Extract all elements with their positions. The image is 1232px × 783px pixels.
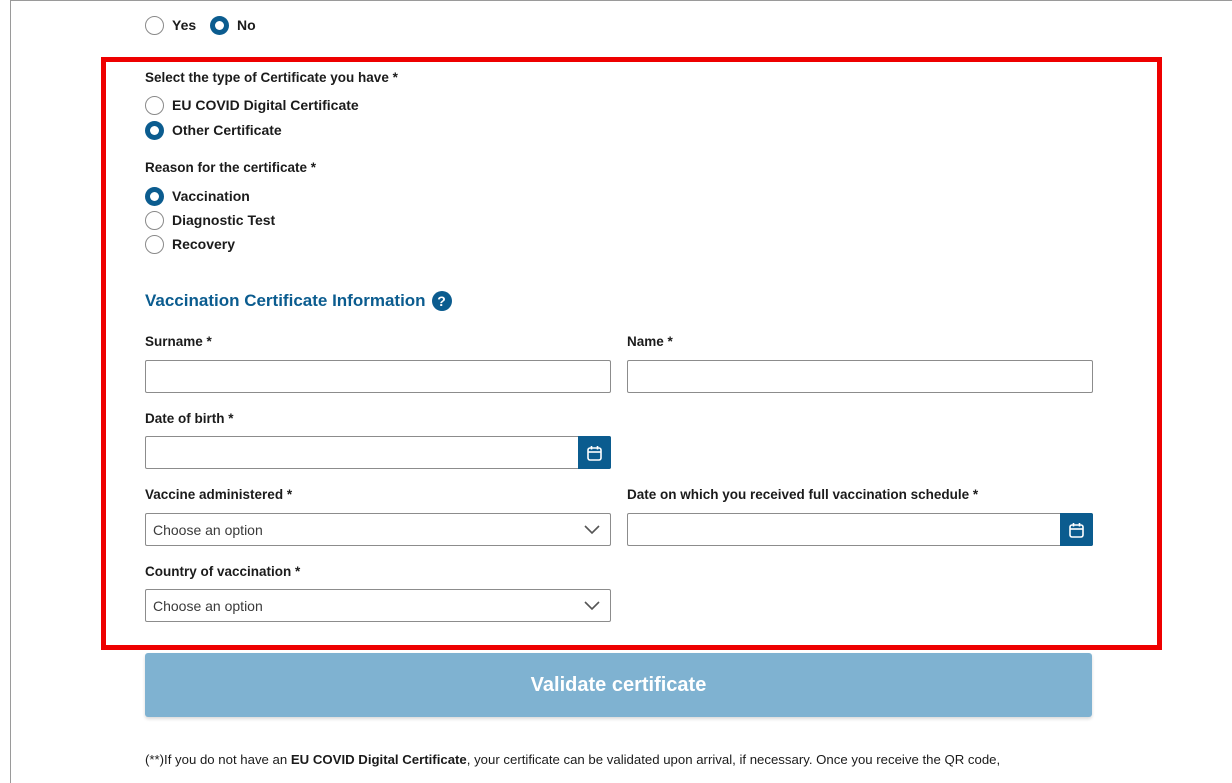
chevron-down-icon [584,525,600,535]
radio-yes[interactable]: Yes [145,15,196,35]
highlight-box [101,57,1162,650]
footnote-prefix: (**)If you do not have an [145,752,291,767]
dob-calendar-button[interactable] [578,436,611,469]
section-title-text: Vaccination Certificate Information [145,291,426,310]
radio-other-certificate-circle[interactable] [145,120,164,140]
full-schedule-calendar-button[interactable] [1060,513,1093,546]
radio-vaccination[interactable]: Vaccination [145,186,250,206]
radio-no-circle[interactable] [210,15,229,35]
footnote-suffix: , your certificate can be validated upon… [466,752,1001,767]
dob-input[interactable] [145,436,611,469]
footnote: (**)If you do not have an EU COVID Digit… [145,752,1000,767]
country-select[interactable]: Choose an option [145,589,611,622]
radio-no-label: No [237,17,256,33]
certificate-type-label: Select the type of Certificate you have … [145,70,398,85]
help-icon[interactable]: ? [431,291,452,311]
name-input[interactable] [627,360,1093,393]
name-label: Name * [627,334,673,349]
chevron-down-icon [584,601,600,611]
section-title: Vaccination Certificate Information ? [145,291,452,311]
vaccine-select[interactable]: Choose an option [145,513,611,546]
radio-recovery-label: Recovery [172,236,236,252]
country-label: Country of vaccination * [145,564,301,579]
radio-vaccination-label: Vaccination [172,188,250,204]
radio-yes-label: Yes [172,17,197,33]
vaccine-select-value: Choose an option [153,521,263,538]
radio-eu-certificate-circle[interactable] [145,95,164,115]
full-schedule-input[interactable] [627,513,1093,546]
radio-diagnostic-test-label: Diagnostic Test [172,212,276,228]
surname-label: Surname * [145,334,212,349]
radio-recovery[interactable]: Recovery [145,234,235,254]
radio-no[interactable]: No [210,15,256,35]
validate-certificate-button[interactable]: Validate certificate [145,653,1092,717]
radio-vaccination-circle[interactable] [145,186,164,206]
reason-label: Reason for the certificate * [145,160,317,175]
radio-eu-certificate[interactable]: EU COVID Digital Certificate [145,95,359,115]
radio-yes-circle[interactable] [145,15,164,35]
radio-other-certificate-label: Other Certificate [172,122,282,138]
country-select-value: Choose an option [153,597,263,614]
calendar-icon [587,445,602,461]
full-schedule-label: Date on which you received full vaccinat… [627,487,979,502]
radio-other-certificate[interactable]: Other Certificate [145,120,282,140]
radio-eu-certificate-label: EU COVID Digital Certificate [172,97,359,113]
calendar-icon [1069,522,1084,538]
radio-recovery-circle[interactable] [145,234,164,254]
vaccine-label: Vaccine administered * [145,487,293,502]
radio-diagnostic-test-circle[interactable] [145,210,164,230]
surname-input[interactable] [145,360,611,393]
dob-label: Date of birth * [145,411,234,426]
footnote-bold: EU COVID Digital Certificate [290,752,467,767]
radio-diagnostic-test[interactable]: Diagnostic Test [145,210,275,230]
